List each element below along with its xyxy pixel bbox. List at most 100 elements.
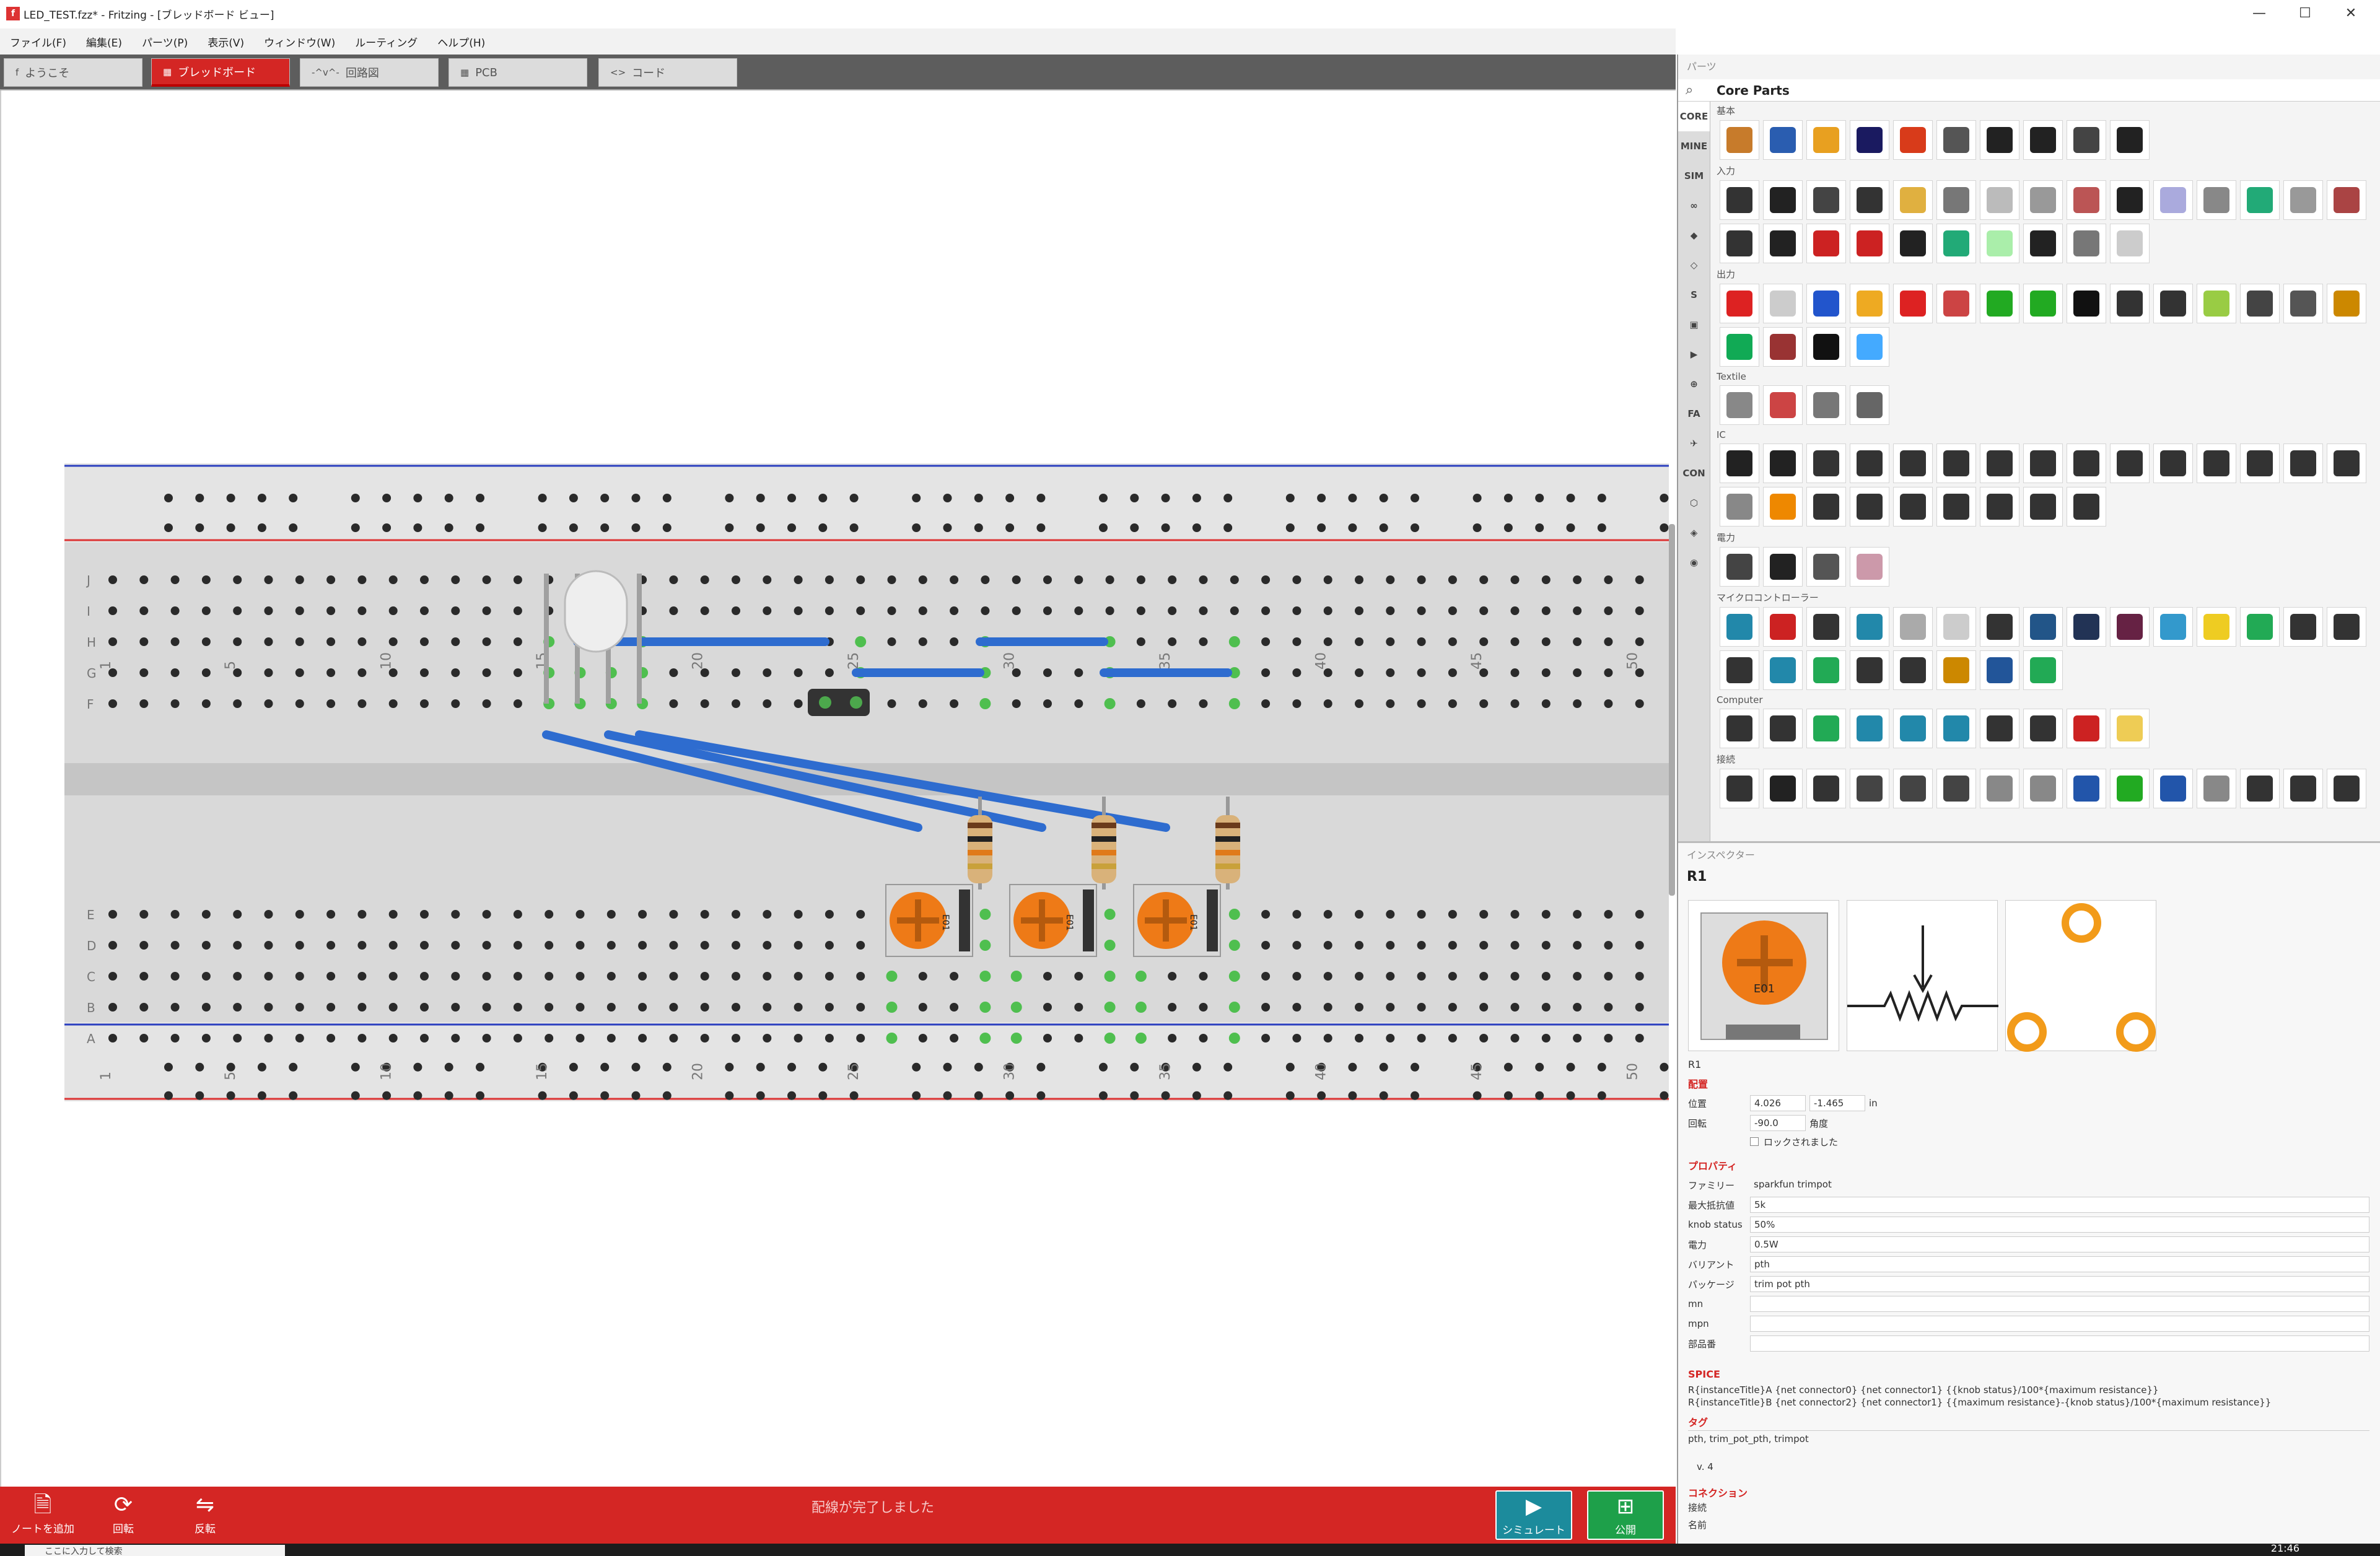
breadboard-hole[interactable] (1074, 1003, 1083, 1012)
breadboard-hole[interactable] (732, 1003, 740, 1012)
breadboard-hole[interactable] (326, 941, 336, 950)
breadboard-hole[interactable] (732, 606, 740, 615)
rail-hole[interactable] (818, 1062, 828, 1072)
rail-hole[interactable] (1472, 1091, 1482, 1100)
breadboard-hole[interactable] (326, 1003, 336, 1012)
breadboard-hole[interactable] (1417, 668, 1426, 677)
breadboard-hole[interactable] (1541, 575, 1551, 584)
rail-hole[interactable] (600, 1091, 610, 1100)
breadboard-hole[interactable] (513, 1034, 522, 1042)
property-value[interactable]: pth (1750, 1256, 2369, 1272)
part-icon[interactable] (2197, 444, 2236, 483)
breadboard-hole[interactable] (856, 972, 865, 981)
breadboard-hole[interactable] (1228, 1033, 1240, 1044)
property-value[interactable]: 5k (1750, 1197, 2369, 1213)
bin-tab[interactable]: ◇ (1678, 250, 1710, 280)
breadboard-hole[interactable] (139, 1003, 149, 1012)
rail-hole[interactable] (1660, 1091, 1669, 1100)
breadboard-hole[interactable] (1386, 1003, 1395, 1012)
rail-hole[interactable] (818, 1091, 828, 1100)
close-button[interactable]: ✕ (2328, 0, 2374, 27)
breadboard-hole[interactable] (1604, 606, 1613, 615)
breadboard-hole[interactable] (886, 971, 898, 982)
breadboard-hole[interactable] (264, 1003, 273, 1012)
breadboard-hole[interactable] (1323, 1003, 1332, 1012)
rail-hole[interactable] (413, 494, 422, 502)
rail-hole[interactable] (226, 1091, 235, 1100)
rail-hole[interactable] (1099, 523, 1108, 532)
breadboard-hole[interactable] (295, 699, 304, 708)
breadboard-hole[interactable] (420, 941, 429, 950)
part-icon[interactable] (1720, 769, 1759, 808)
breadboard-hole[interactable] (170, 910, 180, 919)
breadboard-hole[interactable] (1010, 971, 1022, 982)
simulate-button[interactable]: ▶ シミュレート (1495, 1490, 1572, 1540)
part-icon[interactable] (2023, 180, 2063, 220)
rail-hole[interactable] (1223, 494, 1233, 502)
breadboard-hole[interactable] (1168, 1034, 1177, 1042)
breadboard-hole[interactable] (794, 575, 803, 584)
breadboard-hole[interactable] (201, 699, 211, 708)
breadboard-hole[interactable] (1541, 637, 1551, 646)
rail-hole[interactable] (382, 523, 392, 532)
breadboard-hole[interactable] (794, 668, 803, 677)
bin-tab[interactable]: ∞ (1678, 191, 1710, 221)
rail-hole[interactable] (1660, 523, 1669, 532)
breadboard-hole[interactable] (1292, 606, 1302, 615)
breadboard-hole[interactable] (1228, 940, 1240, 951)
breadboard-hole[interactable] (1012, 699, 1021, 708)
breadboard-hole[interactable] (1261, 668, 1271, 677)
bin-tab[interactable]: ⬡ (1678, 488, 1710, 518)
breadboard-hole[interactable] (1448, 575, 1457, 584)
part-icon[interactable] (1850, 385, 1889, 425)
rail-hole[interactable] (1348, 494, 1357, 502)
part-icon[interactable] (2283, 180, 2323, 220)
breadboard-hole[interactable] (1168, 606, 1177, 615)
breadboard-hole[interactable] (669, 699, 678, 708)
breadboard-hole[interactable] (1168, 699, 1177, 708)
breadboard-hole[interactable] (1261, 575, 1271, 584)
part-icon[interactable] (2327, 444, 2366, 483)
rail-hole[interactable] (257, 1062, 266, 1072)
breadboard-hole[interactable] (420, 972, 429, 981)
breadboard-hole[interactable] (575, 941, 585, 950)
rail-hole[interactable] (1597, 494, 1606, 502)
rail-hole[interactable] (476, 494, 484, 502)
rail-hole[interactable] (756, 494, 765, 502)
menu-file[interactable]: ファイル(F) (10, 34, 66, 50)
breadboard-hole[interactable] (794, 972, 803, 981)
part-icon[interactable] (1893, 224, 1933, 263)
rail-hole[interactable] (943, 1091, 952, 1100)
rail-hole[interactable] (1472, 523, 1482, 532)
breadboard-hole[interactable] (1135, 1002, 1147, 1013)
breadboard-hole[interactable] (264, 606, 273, 615)
position-x-input[interactable]: 4.026 (1750, 1095, 1806, 1111)
trimpot[interactable]: E01 (1009, 884, 1097, 957)
breadboard-hole[interactable] (1323, 972, 1332, 981)
menu-routing[interactable]: ルーティング (355, 34, 418, 50)
breadboard-hole[interactable] (1323, 1034, 1332, 1042)
breadboard-hole[interactable] (1573, 1003, 1582, 1012)
rail-hole[interactable] (756, 523, 765, 532)
breadboard-hole[interactable] (1199, 606, 1208, 615)
breadboard-hole[interactable] (1541, 910, 1551, 919)
breadboard-hole[interactable] (1199, 1034, 1208, 1042)
breadboard-hole[interactable] (139, 606, 149, 615)
breadboard-hole[interactable] (108, 941, 117, 950)
breadboard-hole[interactable] (295, 637, 304, 646)
rail-hole[interactable] (569, 1091, 578, 1100)
breadboard-hole[interactable] (1635, 1003, 1644, 1012)
rail-hole[interactable] (600, 494, 610, 502)
breadboard-hole[interactable] (1074, 972, 1083, 981)
breadboard-hole[interactable] (1386, 972, 1395, 981)
rail-hole[interactable] (974, 1091, 983, 1100)
breadboard-hole[interactable] (357, 1003, 367, 1012)
breadboard-hole[interactable] (1448, 941, 1457, 950)
part-icon[interactable] (1763, 385, 1803, 425)
breadboard-hole[interactable] (794, 1034, 803, 1042)
breadboard-hole[interactable] (1510, 941, 1520, 950)
part-icon[interactable] (1720, 547, 1759, 587)
part-icon[interactable] (1806, 385, 1846, 425)
rail-hole[interactable] (382, 494, 392, 502)
breadboard-hole[interactable] (1136, 575, 1145, 584)
